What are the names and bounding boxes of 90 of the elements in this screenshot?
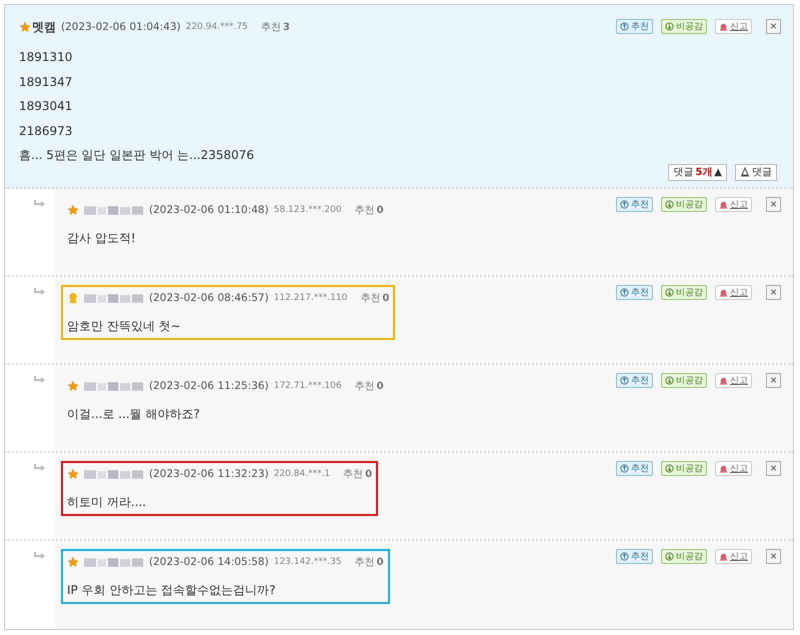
comment-text: 1893041 xyxy=(19,98,74,115)
down-arrow-icon xyxy=(665,200,674,209)
star-icon xyxy=(67,468,79,480)
action-button[interactable]: 추천 xyxy=(616,285,653,300)
comment-text: 히토미 꺼라.... xyxy=(67,494,148,511)
action-button[interactable]: 신고 xyxy=(715,197,752,212)
action-button[interactable]: 신고 xyxy=(715,373,752,388)
comment-text: 감사 압도적! xyxy=(67,230,137,247)
action-button[interactable]: 비공감 xyxy=(661,549,707,564)
down-arrow-icon xyxy=(665,288,674,297)
down-arrow-icon xyxy=(665,464,674,473)
comment-time: (2023-02-06 11:32:23) xyxy=(149,468,269,480)
reply-arrow-icon xyxy=(34,551,46,561)
recommend-count: 0 xyxy=(376,204,384,216)
reply-arrow-icon xyxy=(34,287,46,297)
recommend-label: 추천 xyxy=(360,292,380,305)
comment-time: (2023-02-06 08:46:57) xyxy=(149,292,269,304)
comment-text: IP 우회 안하고는 접속할수없는검니까? xyxy=(67,582,277,599)
action-button[interactable]: 추천 xyxy=(616,373,653,388)
star-icon xyxy=(19,21,31,33)
ip-address: 220.84.***.1 xyxy=(274,469,330,479)
comment-text: 1891310 xyxy=(19,49,74,66)
recommend-count: 0 xyxy=(382,292,390,304)
close-button[interactable]: × xyxy=(766,549,781,564)
action-button[interactable]: 신고 xyxy=(715,461,752,476)
reply-arrow-icon xyxy=(34,375,46,385)
siren-icon xyxy=(719,376,728,385)
reply-arrow-icon xyxy=(34,199,46,209)
comment-text: 이걸...로 ...뭘 해야하죠? xyxy=(67,406,201,423)
siren-icon xyxy=(719,288,728,297)
recommend-count: 0 xyxy=(376,380,384,392)
comment-time: (2023-02-06 14:05:58) xyxy=(149,556,269,568)
action-button[interactable]: 신고 xyxy=(715,19,752,34)
close-button[interactable]: × xyxy=(766,461,781,476)
up-arrow-icon xyxy=(620,22,629,31)
action-button[interactable]: 추천 xyxy=(616,461,653,476)
recommend-count: 0 xyxy=(376,556,384,568)
close-button[interactable]: × xyxy=(766,197,781,212)
recommend-label: 추천 xyxy=(354,556,375,569)
reply-button[interactable]: 댓글 xyxy=(735,164,777,180)
siren-icon xyxy=(719,464,728,473)
up-arrow-icon xyxy=(620,288,629,297)
action-button[interactable]: 비공감 xyxy=(661,197,707,212)
down-arrow-icon xyxy=(665,22,674,31)
up-arrow-icon xyxy=(620,552,629,561)
reply-arrow-icon xyxy=(34,463,46,473)
recommend-label: 추천 xyxy=(260,21,281,34)
action-button[interactable]: 비공감 xyxy=(661,285,707,300)
action-button[interactable]: 비공감 xyxy=(661,373,707,388)
comment-text: 2186973 xyxy=(19,122,74,140)
action-button[interactable]: 추천 xyxy=(616,19,653,34)
recommend-label: 추천 xyxy=(354,380,375,393)
ip-address: 220.94.***.75 xyxy=(186,22,248,32)
comment-text: 1891347 xyxy=(19,74,74,90)
action-button[interactable]: 신고 xyxy=(715,549,752,564)
close-button[interactable]: × xyxy=(766,285,781,300)
medal-icon xyxy=(67,292,79,304)
star-icon xyxy=(67,556,79,568)
comment-time: (2023-02-06 01:04:43) xyxy=(61,21,181,33)
close-button[interactable]: × xyxy=(766,373,781,388)
star-icon xyxy=(67,380,79,392)
siren-icon xyxy=(719,22,728,31)
recommend-label: 추천 xyxy=(343,468,364,481)
siren-icon xyxy=(719,200,728,209)
up-arrow-icon xyxy=(620,200,629,209)
comment-text: 흠... 5편은 일단 일본판 박어 는...2358076 xyxy=(19,147,256,164)
comment-time: (2023-02-06 01:10:48) xyxy=(149,204,269,216)
action-button[interactable]: 비공감 xyxy=(661,19,707,34)
down-arrow-icon xyxy=(665,552,674,561)
comment-text: 암호만 잔뜩있네 첫~ xyxy=(67,318,182,335)
ip-address: 172.71.***.106 xyxy=(274,381,342,391)
action-button[interactable]: 추천 xyxy=(616,197,653,212)
star-icon xyxy=(67,204,79,216)
reply-count-button[interactable]: 댓글 5개 ▲ xyxy=(668,164,727,180)
ip-address: 112.217.***.110 xyxy=(274,293,348,303)
action-button[interactable]: 신고 xyxy=(715,285,752,300)
ip-address: 123.142.***.35 xyxy=(274,557,342,567)
action-button[interactable]: 추천 xyxy=(616,549,653,564)
action-button[interactable]: 비공감 xyxy=(661,461,707,476)
author-name: 멧캠 xyxy=(32,18,56,36)
recommend-count: 3 xyxy=(282,22,290,32)
recommend-label: 추천 xyxy=(354,204,375,217)
comment-time: (2023-02-06 11:25:36) xyxy=(149,380,269,392)
down-arrow-icon xyxy=(665,376,674,385)
recommend-count: 0 xyxy=(365,468,372,480)
siren-icon xyxy=(719,552,728,561)
up-arrow-icon xyxy=(620,376,629,385)
up-arrow-icon xyxy=(620,464,629,473)
close-button[interactable]: × xyxy=(766,19,781,34)
ip-address: 58.123.***.200 xyxy=(274,205,342,215)
